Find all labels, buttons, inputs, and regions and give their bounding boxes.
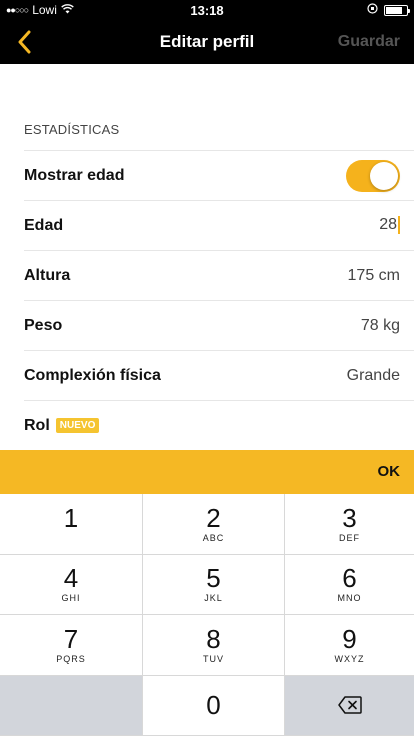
key-6[interactable]: 6 MNO	[285, 554, 414, 615]
ok-button[interactable]: OK	[378, 450, 401, 494]
key-1[interactable]: 1	[0, 494, 143, 555]
key-7[interactable]: 7 PQRS	[0, 615, 143, 676]
section-header-statistics: ESTADÍSTICAS	[24, 122, 120, 137]
row-show-age: Mostrar edad	[24, 150, 414, 200]
numeric-keypad: 1 2 ABC 3 DEF 4 GHI 5 JKL 6 MNO 7 PQRS 8 TUV 9W…	[0, 494, 414, 736]
battery-icon	[384, 4, 410, 16]
show-age-toggle[interactable]	[346, 159, 400, 192]
row-weight[interactable]: Peso 78 kg	[24, 300, 414, 350]
text-cursor	[398, 216, 400, 235]
weight-value: 78 kg	[360, 316, 400, 334]
key-3[interactable]: 3 DEF	[285, 494, 414, 555]
keyboard-toolbar: OK	[0, 450, 414, 494]
build-value: Grande	[346, 366, 400, 384]
key-0[interactable]: 0	[143, 675, 285, 736]
signal-strength-icon: ●●○○○	[6, 5, 29, 15]
height-value: 175 cm	[347, 266, 400, 284]
save-button[interactable]: Guardar	[338, 20, 400, 64]
carrier-name: Lowi	[32, 3, 57, 17]
show-age-label: Mostrar edad	[24, 166, 125, 184]
key-blank	[0, 675, 143, 736]
row-height[interactable]: Altura 175 cm	[24, 250, 414, 300]
navigation-bar: Editar perfil Guardar	[0, 20, 414, 64]
key-5[interactable]: 5 JKL	[143, 554, 285, 615]
key-2[interactable]: 2 ABC	[143, 494, 285, 555]
row-age[interactable]: Edad 28	[24, 200, 414, 250]
key-8[interactable]: 8 TUV	[143, 615, 285, 676]
backspace-icon	[337, 696, 362, 714]
status-bar: ●●○○○ Lowi 13:18	[0, 0, 414, 20]
age-input[interactable]: 28	[379, 216, 400, 235]
key-4[interactable]: 4 GHI	[0, 554, 143, 615]
wifi-icon	[61, 3, 74, 17]
age-label: Edad	[24, 216, 64, 234]
orientation-lock-icon	[367, 3, 378, 17]
weight-label: Peso	[24, 316, 63, 334]
role-label: Rol NUEVO	[24, 417, 400, 435]
row-role[interactable]: Rol NUEVO	[24, 400, 414, 450]
key-9[interactable]: 9 WXYZ	[285, 615, 414, 676]
height-label: Altura	[24, 266, 71, 284]
build-label: Complexión física	[24, 366, 161, 384]
new-badge: NUEVO	[55, 417, 100, 433]
delete-key[interactable]	[285, 675, 414, 736]
row-build[interactable]: Complexión física Grande	[24, 350, 414, 400]
